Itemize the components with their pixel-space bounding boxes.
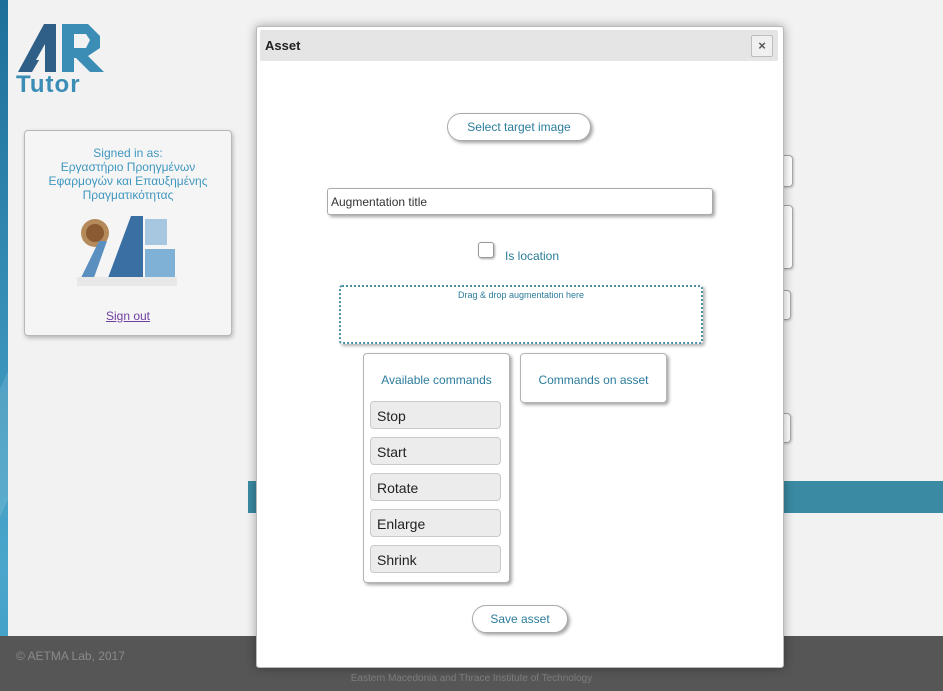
modal-title: Asset bbox=[265, 38, 301, 53]
signed-in-heading: Signed in as: bbox=[93, 146, 163, 160]
commands-on-asset-panel[interactable]: Commands on asset bbox=[520, 353, 667, 403]
close-button[interactable]: × bbox=[751, 35, 773, 57]
sign-out-link[interactable]: Sign out bbox=[25, 309, 231, 323]
logo-subtitle: Tutor bbox=[16, 71, 81, 98]
lab-logo bbox=[77, 211, 177, 286]
org-name-line1: Εργαστήριο Προηγμένων bbox=[60, 160, 196, 174]
is-location-label: Is location bbox=[505, 249, 560, 263]
org-name-line3: Πραγματικότητας bbox=[82, 188, 174, 202]
is-location-checkbox[interactable] bbox=[478, 242, 494, 258]
augmentation-dropzone[interactable]: Drag & drop augmentation here bbox=[339, 285, 703, 344]
command-enlarge[interactable]: Enlarge bbox=[370, 509, 501, 537]
select-target-image-button[interactable]: Select target image bbox=[447, 113, 591, 141]
available-commands-title: Available commands bbox=[381, 373, 492, 387]
command-rotate[interactable]: Rotate bbox=[370, 473, 501, 501]
org-name-line2: Εφαρμογών και Επαυξημένης bbox=[48, 174, 208, 188]
augmentation-title-input[interactable] bbox=[327, 188, 713, 215]
commands-on-asset-title: Commands on asset bbox=[538, 373, 649, 387]
dropzone-text: Drag & drop augmentation here bbox=[457, 290, 585, 300]
footer-institute: Eastern Macedonia and Thrace Institute o… bbox=[350, 673, 593, 684]
command-stop[interactable]: Stop bbox=[370, 401, 501, 429]
modal-header: Asset × bbox=[260, 30, 778, 61]
signed-in-panel: Signed in as: Εργαστήριο Προηγμένων Εφαρ… bbox=[24, 130, 232, 336]
footer-copyright: © AETMA Lab, 2017 bbox=[16, 649, 125, 663]
command-start[interactable]: Start bbox=[370, 437, 501, 465]
command-shrink[interactable]: Shrink bbox=[370, 545, 501, 573]
asset-modal: Asset × Select target image Is location … bbox=[256, 26, 784, 668]
save-asset-button[interactable]: Save asset bbox=[472, 605, 568, 633]
available-commands-panel: Available commands Stop Start Rotate Enl… bbox=[363, 353, 510, 583]
